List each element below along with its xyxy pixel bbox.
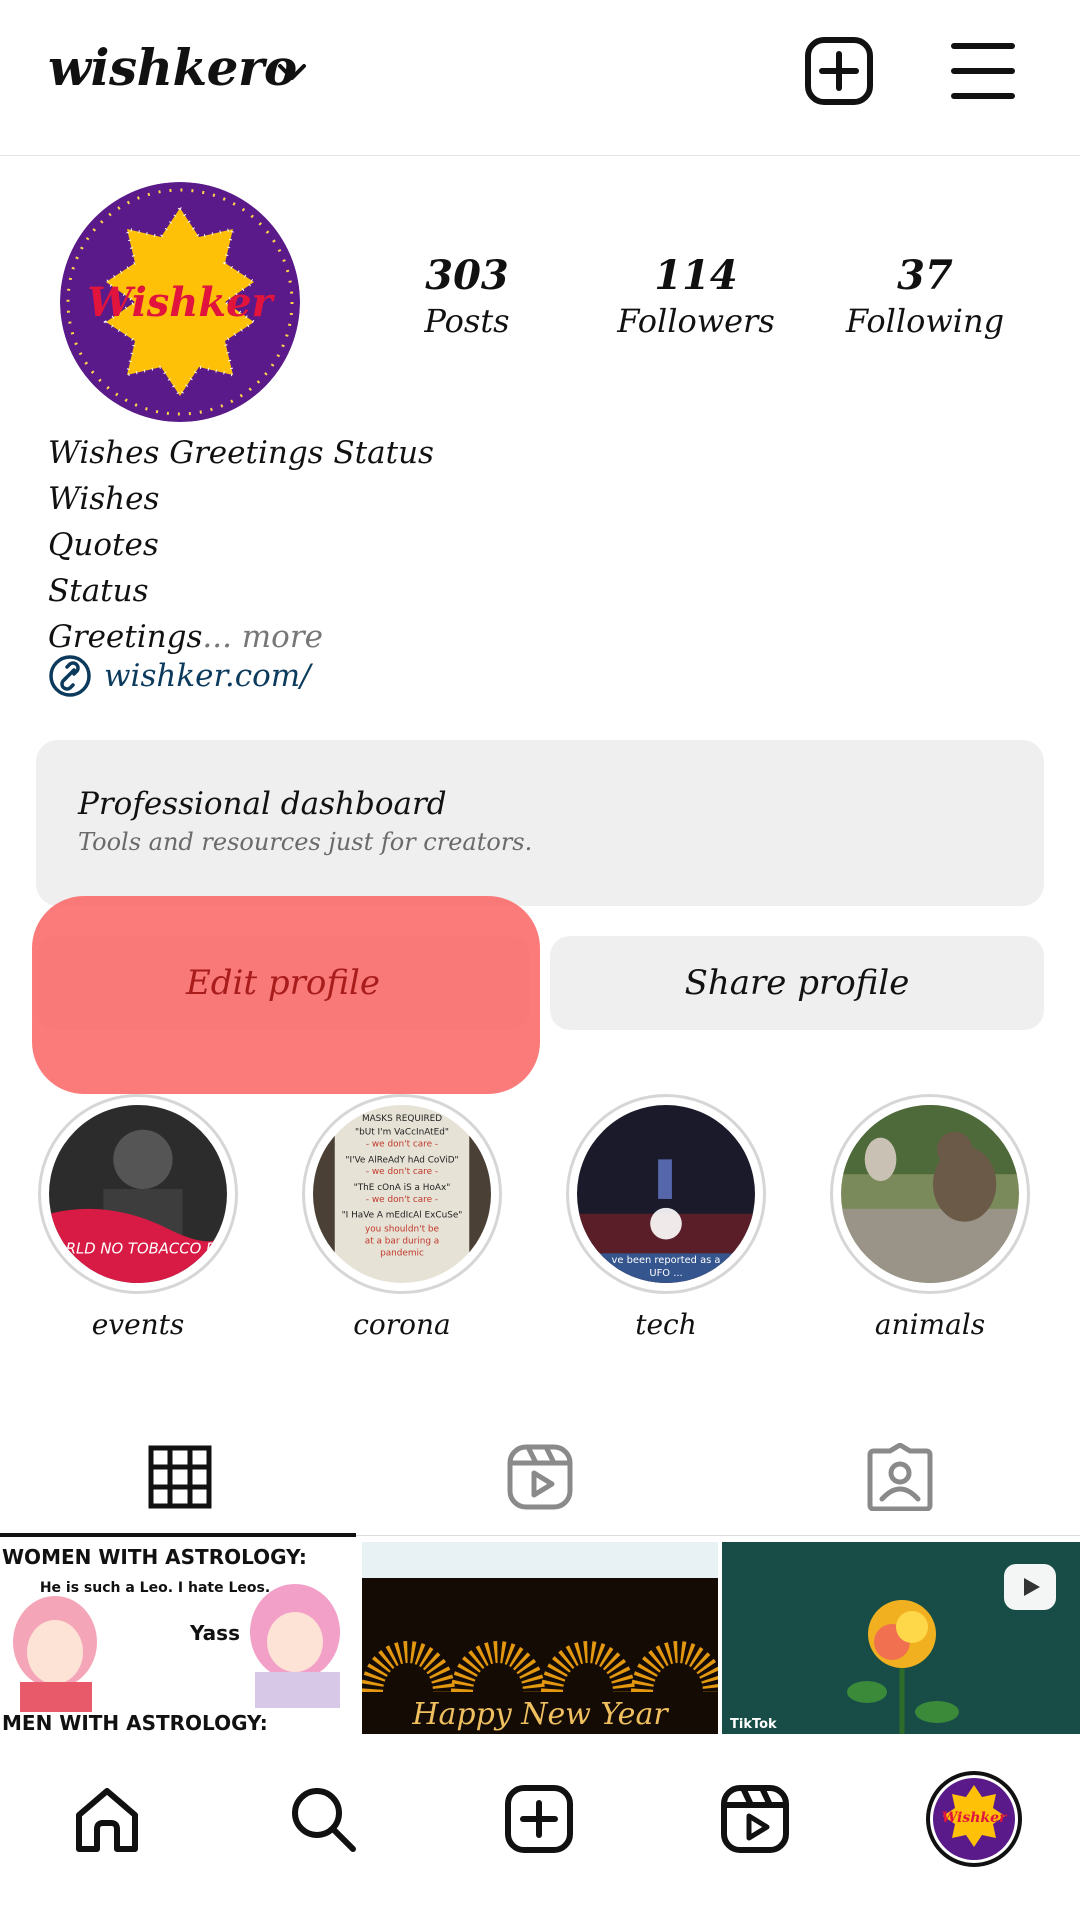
post-image: Happy New Year xyxy=(362,1542,718,1734)
corona-line: - we don't care - xyxy=(366,1140,438,1150)
highlight-ring xyxy=(830,1094,1030,1294)
highlight-thumbnail xyxy=(841,1105,1019,1283)
home-icon xyxy=(76,1788,138,1852)
highlight-corona[interactable]: MASKS REQUIRED "bUt I'm VaCcInAtEd" - we… xyxy=(302,1094,502,1341)
highlight-ring: ve been reported as a UFO ... xyxy=(566,1094,766,1294)
stat-following-label: Following xyxy=(845,302,1005,340)
highlight-caption: WORLD NO TOBACCO DAY xyxy=(49,1240,227,1257)
reels-icon xyxy=(507,1444,573,1510)
posts-grid: WOMEN WITH ASTROLOGY: He is such a Leo. … xyxy=(0,1542,1080,1734)
share-profile-button[interactable]: Share profile xyxy=(550,936,1044,1030)
menu-icon[interactable] xyxy=(950,40,1016,102)
stat-posts-value: 303 xyxy=(425,252,509,299)
post-top-text: WOMEN WITH ASTROLOGY: xyxy=(2,1545,307,1569)
post-bottom-text: MEN WITH ASTROLOGY: xyxy=(2,1711,268,1734)
nav-reels[interactable] xyxy=(710,1774,800,1864)
link-text[interactable]: wishker.com/ xyxy=(104,658,311,694)
bio-line: Wishes xyxy=(48,481,160,517)
corona-line: at a bar during a xyxy=(365,1236,439,1246)
tab-active-indicator xyxy=(0,1533,356,1537)
stat-followers[interactable]: 114 Followers xyxy=(596,252,796,343)
username-title[interactable]: wishkero xyxy=(48,38,297,97)
edit-profile-button[interactable]: Edit profile xyxy=(36,936,530,1030)
nav-profile[interactable]: Wishker xyxy=(926,1771,1022,1867)
nav-home[interactable] xyxy=(62,1774,152,1864)
bio-line: Status xyxy=(48,573,149,609)
post-image: WOMEN WITH ASTROLOGY: He is such a Leo. … xyxy=(0,1542,358,1734)
highlight-thumbnail: MASKS REQUIRED "bUt I'm VaCcInAtEd" - we… xyxy=(313,1105,491,1283)
nav-search[interactable] xyxy=(278,1774,368,1864)
post-tile-rose[interactable]: TikTok xyxy=(722,1542,1080,1734)
highlight-thumbnail: WORLD NO TOBACCO DAY xyxy=(49,1105,227,1283)
corona-line: MASKS REQUIRED xyxy=(362,1114,442,1124)
highlight-animals[interactable]: animals xyxy=(830,1094,1030,1341)
post-badge: TikTok xyxy=(730,1717,777,1732)
highlight-ring: MASKS REQUIRED "bUt I'm VaCcInAtEd" - we… xyxy=(302,1094,502,1294)
professional-dashboard[interactable]: Professional dashboard Tools and resourc… xyxy=(36,740,1044,906)
bio: Wishes Greetings Status Wishes Quotes St… xyxy=(48,430,948,660)
profile-avatar-small: Wishker xyxy=(926,1771,1022,1867)
corona-line: "ThE cOnA iS a HoAx" xyxy=(354,1183,451,1193)
stat-followers-value: 114 xyxy=(654,252,738,299)
reels-icon xyxy=(721,1785,789,1853)
bottom-nav: Wishker xyxy=(0,1734,1080,1920)
tab-reels[interactable] xyxy=(360,1418,720,1536)
profile-avatar[interactable]: Wishker xyxy=(60,182,300,422)
highlight-label: corona xyxy=(353,1308,451,1341)
highlight-label: tech xyxy=(635,1308,697,1341)
chevron-down-icon[interactable] xyxy=(272,52,312,92)
stat-posts-label: Posts xyxy=(424,302,510,340)
add-post-icon[interactable] xyxy=(804,36,874,106)
dashboard-subtitle: Tools and resources just for creators. xyxy=(78,828,533,856)
corona-line: pandemic xyxy=(380,1248,424,1258)
grid-icon xyxy=(148,1445,212,1509)
post-image: TikTok xyxy=(722,1542,1080,1734)
search-icon xyxy=(292,1788,356,1852)
nav-create[interactable] xyxy=(494,1774,584,1864)
stat-following[interactable]: 37 Following xyxy=(825,252,1025,343)
highlight-events[interactable]: WORLD NO TOBACCO DAY events xyxy=(38,1094,238,1341)
post-caption: Happy New Year xyxy=(411,1697,669,1732)
corona-line: - we don't care - xyxy=(366,1167,438,1177)
highlight-thumbnail: ve been reported as a UFO ... xyxy=(577,1105,755,1283)
link-icon xyxy=(49,655,91,697)
dashboard-title: Professional dashboard xyxy=(78,786,447,822)
create-icon xyxy=(505,1785,573,1853)
post-tile-astrology[interactable]: WOMEN WITH ASTROLOGY: He is such a Leo. … xyxy=(0,1542,358,1734)
tab-tagged[interactable] xyxy=(720,1418,1080,1536)
highlight-ring: WORLD NO TOBACCO DAY xyxy=(38,1094,238,1294)
stat-posts[interactable]: 303 Posts xyxy=(367,252,567,343)
tab-grid[interactable] xyxy=(0,1418,360,1537)
top-bar: wishkero xyxy=(0,0,1080,156)
bio-line: Wishes Greetings Status xyxy=(48,435,434,471)
bio-more-link[interactable]: ... more xyxy=(202,619,323,655)
post-reply: Yass xyxy=(189,1621,240,1645)
corona-line: - we don't care - xyxy=(366,1195,438,1205)
post-speech: He is such a Leo. I hate Leos. xyxy=(40,1580,270,1596)
corona-line: "bUt I'm VaCcInAtEd" xyxy=(355,1128,449,1138)
tech-caption-line: UFO ... xyxy=(649,1268,682,1279)
tagged-icon xyxy=(867,1443,933,1511)
tech-caption-line: ve been reported as a xyxy=(612,1255,721,1266)
avatar-text-small: Wishker xyxy=(942,1810,1008,1826)
content-tabs xyxy=(0,1418,1080,1537)
post-tile-new-year[interactable]: Happy New Year xyxy=(362,1542,718,1734)
bio-last-text: Greetings xyxy=(48,619,203,655)
profile-link[interactable]: wishker.com/ xyxy=(48,654,311,698)
corona-line: you shouldn't be xyxy=(365,1225,439,1235)
highlight-tech[interactable]: ve been reported as a UFO ... tech xyxy=(566,1094,766,1341)
avatar-text: Wishker xyxy=(87,279,275,326)
stat-following-value: 37 xyxy=(897,252,953,299)
corona-line: "I HaVe A mEdIcAl ExCuSe" xyxy=(342,1211,463,1221)
corona-line: "I'Ve AlReAdY hAd CoViD" xyxy=(345,1155,458,1165)
highlight-label: events xyxy=(91,1308,185,1341)
stat-followers-label: Followers xyxy=(617,302,775,340)
bio-line: Quotes xyxy=(48,527,159,563)
highlight-label: animals xyxy=(874,1308,986,1341)
